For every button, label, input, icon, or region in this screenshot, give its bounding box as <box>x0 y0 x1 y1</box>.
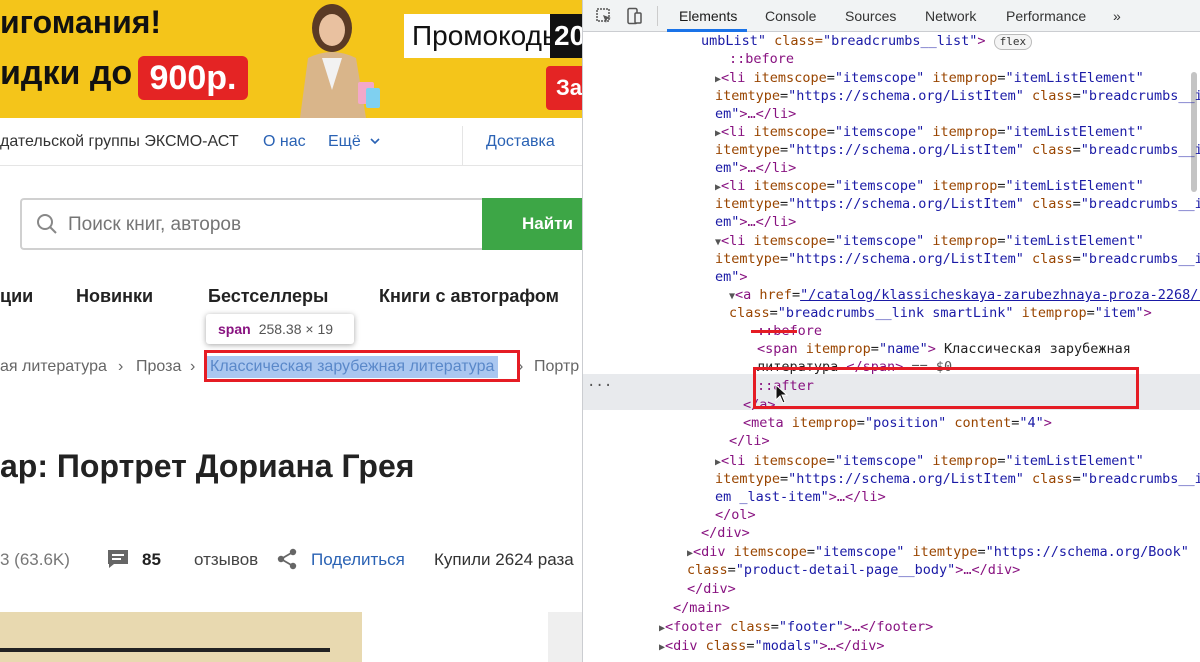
share-link[interactable]: Поделиться <box>311 550 405 570</box>
more-menu[interactable]: Ещё <box>328 133 381 151</box>
dom-line[interactable]: itemtype="https://schema.org/ListItem" c… <box>715 250 1200 268</box>
banner-discount-text: идки до <box>0 54 133 92</box>
category-link-new[interactable]: Новинки <box>76 286 153 307</box>
breadcrumb-item-portrait[interactable]: Портр <box>534 358 579 376</box>
toolbar-divider <box>657 6 658 26</box>
device-toolbar-icon[interactable] <box>625 7 643 25</box>
tab-network[interactable]: Network <box>925 8 976 24</box>
book-cover-image[interactable] <box>0 612 362 662</box>
breadcrumb-separator: › <box>190 358 196 375</box>
search-icon <box>37 214 57 234</box>
reviews-label[interactable]: отзывов <box>194 550 258 570</box>
mouse-cursor-icon <box>775 384 789 404</box>
annotation-highlight-box <box>753 367 1139 409</box>
dom-line-meta[interactable]: <meta itemprop="position" content="4"> <box>743 414 1052 432</box>
share-icon[interactable] <box>276 548 298 570</box>
delivery-link[interactable]: Доставка <box>486 133 555 151</box>
dom-line[interactable]: </li> <box>729 432 770 450</box>
search-input[interactable] <box>68 214 468 236</box>
tab-elements[interactable]: Elements <box>679 8 737 24</box>
dom-line[interactable]: ▶<div itemscope="itemscope" itemtype="ht… <box>687 543 1189 561</box>
dom-line-anchor[interactable]: ▼<a href="/catalog/klassicheskaya-zarube… <box>729 286 1200 304</box>
about-link[interactable]: О нас <box>263 133 306 151</box>
dom-line[interactable]: </div> <box>701 524 750 542</box>
dom-line[interactable]: </main> <box>673 599 730 617</box>
inspect-element-icon[interactable] <box>595 7 613 25</box>
breadcrumb-item-prose[interactable]: Проза <box>136 358 181 376</box>
devtools-panel: Elements Console Sources Network Perform… <box>582 0 1200 662</box>
promo-banner[interactable]: игомания! идки до 900р. Промокоды 20 За <box>0 0 582 118</box>
dom-line[interactable]: class="product-detail-page__body">…</div… <box>687 561 1020 579</box>
dom-line[interactable]: em"> <box>715 268 748 286</box>
banner-model-image <box>300 4 380 118</box>
purchase-count: Купили 2624 раза <box>434 550 574 569</box>
dom-line[interactable]: itemtype="https://schema.org/ListItem" c… <box>715 141 1200 159</box>
promo-codes-banner: Промокоды 20 <box>404 14 582 58</box>
dom-tree: ... umbList" class="breadcrumbs__list"> … <box>583 32 1200 662</box>
dom-line[interactable]: em _last-item">…</li> <box>715 488 886 506</box>
dom-line[interactable]: itemtype="https://schema.org/ListItem" c… <box>715 87 1200 105</box>
dom-line-selected-span[interactable]: <span itemprop="name"> Классическая зару… <box>757 340 1131 358</box>
more-menu-label: Ещё <box>328 133 361 150</box>
dom-line[interactable]: </div> <box>687 580 736 598</box>
dom-line-pseudo[interactable]: ::before <box>729 50 794 68</box>
promo-sub-badge: За <box>546 66 582 110</box>
promo-label: Промокоды <box>412 20 563 51</box>
category-navigation: ции Новинки Бестселлеры Книги с автограф… <box>0 286 582 310</box>
rating-count: 3 (63.6K) <box>0 550 70 569</box>
dom-line[interactable]: ▶<div class="modals">…</div> <box>659 637 885 655</box>
flex-badge[interactable]: flex <box>993 34 1033 50</box>
tooltip-tag: span <box>218 321 251 337</box>
banner-price-badge: 900р. <box>138 56 248 100</box>
dom-line[interactable]: ▶<footer class="footer">…</footer> <box>659 618 933 636</box>
dom-line[interactable]: itemtype="https://schema.org/ListItem" c… <box>715 470 1200 488</box>
breadcrumb-item-literature[interactable]: ая литература <box>0 358 107 376</box>
product-stats: 3 (63.6K) 85 отзывов Поделиться Купили 2… <box>0 548 582 572</box>
inspector-tooltip: span 258.38 × 19 <box>206 314 354 344</box>
top-navigation: дательской группы ЭКСМО-АСТ О нас Ещё До… <box>0 118 582 166</box>
category-link-bestsellers[interactable]: Бестселлеры <box>208 286 328 307</box>
side-image <box>548 612 582 662</box>
dom-line[interactable]: ▶<li itemscope="itemscope" itemprop="ite… <box>715 123 1144 141</box>
category-link-autographs[interactable]: Книги с автографом <box>379 286 559 307</box>
annotation-highlight-box <box>204 350 520 382</box>
tab-sources[interactable]: Sources <box>845 8 896 24</box>
tab-console[interactable]: Console <box>765 8 816 24</box>
reviews-count[interactable]: 85 <box>142 550 161 570</box>
more-tabs-chevron[interactable]: » <box>1113 8 1121 24</box>
publisher-tagline: дательской группы ЭКСМО-АСТ <box>0 133 239 150</box>
dom-line[interactable]: em">…</li> <box>715 159 796 177</box>
cover-decoration <box>0 648 330 652</box>
dom-line[interactable]: ▶<li itemscope="itemscope" itemprop="ite… <box>715 452 1144 470</box>
dom-line[interactable]: umbList" class="breadcrumbs__list"> flex <box>701 32 1033 50</box>
search-button[interactable]: Найти <box>482 198 582 250</box>
dom-line[interactable]: em">…</li> <box>715 213 796 231</box>
dom-line[interactable]: </ol> <box>715 506 756 524</box>
tab-performance[interactable]: Performance <box>1006 8 1086 24</box>
banner-headline: игомания! <box>0 4 162 40</box>
dom-line[interactable]: ▶<li itemscope="itemscope" itemprop="ite… <box>715 69 1144 87</box>
dom-line[interactable]: em">…</li> <box>715 105 796 123</box>
breadcrumb-separator: › <box>118 358 124 375</box>
comment-icon <box>108 550 128 568</box>
dom-line[interactable]: ▶<li itemscope="itemscope" itemprop="ite… <box>715 177 1144 195</box>
chevron-down-icon <box>370 138 380 145</box>
devtools-tab-bar: Elements Console Sources Network Perform… <box>583 0 1200 32</box>
dom-line[interactable]: ▼<li itemscope="itemscope" itemprop="ite… <box>715 232 1144 250</box>
website-viewport: игомания! идки до 900р. Промокоды 20 За … <box>0 0 582 662</box>
page-title: ар: Портрет Дориана Грея <box>0 448 415 484</box>
href-link[interactable]: "/catalog/klassicheskaya-zarubezhnaya-pr… <box>800 287 1200 303</box>
promo-year: 20 <box>550 14 582 58</box>
tooltip-dimensions: 258.38 × 19 <box>258 321 334 337</box>
dom-line[interactable]: class="breadcrumbs__link smartLink" item… <box>729 304 1152 322</box>
dom-line[interactable]: itemtype="https://schema.org/ListItem" c… <box>715 195 1200 213</box>
category-link-1[interactable]: ции <box>0 286 33 307</box>
search-bar: Найти <box>20 198 582 250</box>
nav-divider <box>462 126 463 166</box>
node-actions-menu[interactable]: ... <box>587 374 612 390</box>
annotation-underline <box>751 330 797 333</box>
